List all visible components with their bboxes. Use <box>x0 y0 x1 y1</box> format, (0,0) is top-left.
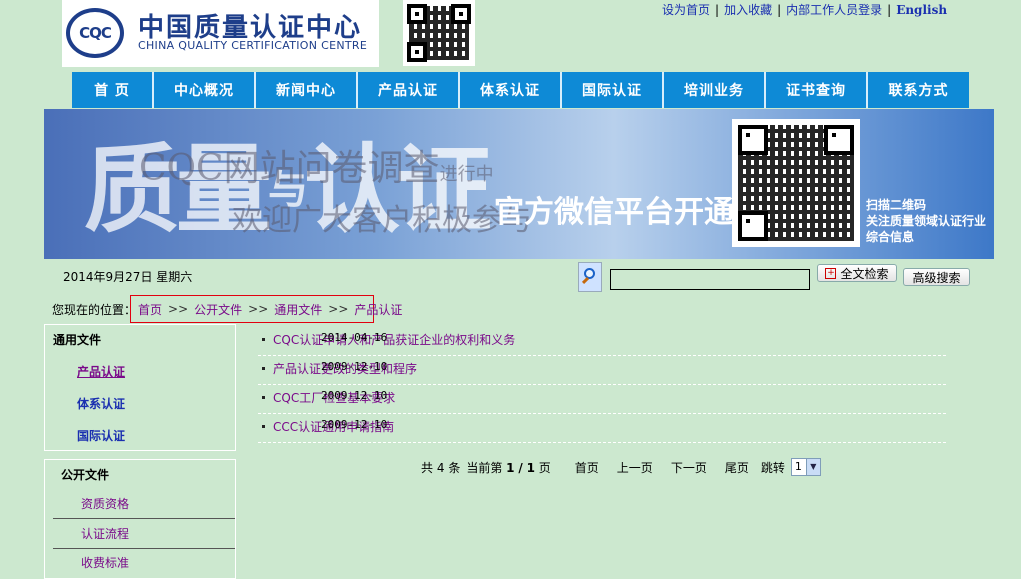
pager-next-link[interactable]: 下一页 <box>671 459 707 476</box>
chevron-down-icon: ▼ <box>805 459 820 475</box>
nav-international-cert[interactable]: 国际认证 <box>562 72 664 108</box>
sidebar-item-product-cert[interactable]: 产品认证 <box>77 363 125 380</box>
banner-qr-caption: 扫描二维码 关注质量领域认证行业 综合信息 <box>866 198 987 244</box>
nav-product-cert[interactable]: 产品认证 <box>358 72 460 108</box>
staff-login-link[interactable]: 内部工作人员登录 <box>786 3 882 17</box>
search-icon[interactable] <box>578 262 602 292</box>
sidebar-item-cert-process[interactable]: 认证流程 <box>81 525 129 542</box>
english-link[interactable]: English <box>896 3 947 17</box>
pager-current: 当前第 1 / 1 页 <box>466 460 551 475</box>
sidebar-item-fees[interactable]: 收费标准 <box>81 554 129 571</box>
add-favorite-link[interactable]: 加入收藏 <box>724 3 772 17</box>
divider <box>53 518 235 519</box>
bullet-icon <box>262 367 265 370</box>
sidebar-item-system-cert[interactable]: 体系认证 <box>77 395 125 412</box>
breadcrumb-home[interactable]: 首页 <box>138 301 162 318</box>
breadcrumb-label: 您现在的位置： <box>52 303 137 317</box>
wechat-qr-icon <box>732 119 860 247</box>
pager-total: 共 4 条 <box>421 460 461 475</box>
document-list: CQC认证申请人和产品获证企业的权利和义务 2014-04-16 产品认证更改的… <box>258 327 946 443</box>
nav-contact[interactable]: 联系方式 <box>868 72 969 108</box>
breadcrumb-public-docs[interactable]: 公开文件 <box>194 301 242 318</box>
breadcrumb-general-docs[interactable]: 通用文件 <box>274 301 322 318</box>
bullet-icon <box>262 396 265 399</box>
document-date: 2014-04-16 <box>321 331 388 344</box>
double-chevron-icon: >> <box>248 302 269 316</box>
pager-prev-link[interactable]: 上一页 <box>617 459 653 476</box>
pager-last-link[interactable]: 尾页 <box>725 459 749 476</box>
nav-home[interactable]: 首 页 <box>72 72 154 108</box>
banner-wechat-text: 官方微信平台开通 <box>494 195 734 230</box>
pager-jump-label: 跳转 <box>760 460 785 475</box>
document-date: 2009-12-10 <box>321 389 388 402</box>
nav-news[interactable]: 新闻中心 <box>256 72 358 108</box>
nav-system-cert[interactable]: 体系认证 <box>460 72 562 108</box>
banner-welcome-text: 欢迎广大客户积极参与 <box>232 203 532 238</box>
sidebar-public-docs: 公开文件 资质资格 认证流程 收费标准 <box>44 459 236 579</box>
fulltext-search-button[interactable]: + 全文检索 <box>817 264 897 282</box>
nav-certificate-query[interactable]: 证书查询 <box>766 72 868 108</box>
list-item: 产品认证更改的类型和程序 2009-12-10 <box>258 356 946 385</box>
promo-banner[interactable]: 质量与认证 CQC网站问卷调查进行中 欢迎广大客户积极参与 官方微信平台开通 扫… <box>44 109 994 259</box>
sidebar-general-docs: 通用文件 产品认证 体系认证 国际认证 <box>44 324 236 451</box>
breadcrumb-product-cert[interactable]: 产品认证 <box>354 301 402 318</box>
pagination: 共 4 条 当前第 1 / 1 页 首页 上一页 下一页 尾页 跳转 1 ▼ <box>421 458 821 476</box>
pager-first-link[interactable]: 首页 <box>575 459 599 476</box>
document-date: 2009-12-10 <box>321 360 388 373</box>
list-item: CCC认证通用申请指南 2009-12-10 <box>258 414 946 443</box>
site-logo[interactable]: CQC 中国质量认证中心 CHINA QUALITY CERTIFICATION… <box>62 0 379 67</box>
double-chevron-icon: >> <box>168 302 189 316</box>
bullet-icon <box>262 338 265 341</box>
cqc-logo-mark: CQC <box>66 8 124 58</box>
sidebar-general-title: 通用文件 <box>53 333 102 347</box>
document-date: 2009-12-10 <box>321 418 388 431</box>
double-chevron-icon: >> <box>328 302 349 316</box>
divider <box>53 548 235 549</box>
banner-survey-text: CQC网站问卷调查进行中 <box>139 148 494 189</box>
logo-english-name: CHINA QUALITY CERTIFICATION CENTRE <box>138 39 368 52</box>
breadcrumb: 首页 >> 公开文件 >> 通用文件 >> 产品认证 <box>130 295 402 323</box>
current-date: 2014年9月27日 星期六 <box>63 270 193 284</box>
bullet-icon <box>262 425 265 428</box>
plus-icon: + <box>825 267 837 279</box>
nav-about[interactable]: 中心概况 <box>154 72 256 108</box>
list-item: CQC工厂检查基本要求 2009-12-10 <box>258 385 946 414</box>
sidebar-item-international-cert[interactable]: 国际认证 <box>77 427 125 444</box>
search-input[interactable] <box>610 269 810 290</box>
list-item: CQC认证申请人和产品获证企业的权利和义务 2014-04-16 <box>258 327 946 356</box>
qr-code-icon <box>403 0 475 66</box>
top-links: 设为首页 | 加入收藏 | 内部工作人员登录 | English <box>662 3 948 17</box>
page-jump-select[interactable]: 1 ▼ <box>790 458 821 476</box>
set-homepage-link[interactable]: 设为首页 <box>662 3 710 17</box>
nav-training[interactable]: 培训业务 <box>664 72 766 108</box>
sidebar-item-qualification[interactable]: 资质资格 <box>81 495 129 512</box>
sidebar-public-title: 公开文件 <box>61 468 110 482</box>
main-nav: 首 页 中心概况 新闻中心 产品认证 体系认证 国际认证 培训业务 证书查询 联… <box>72 72 969 108</box>
advanced-search-button[interactable]: 高级搜索 <box>903 268 970 286</box>
